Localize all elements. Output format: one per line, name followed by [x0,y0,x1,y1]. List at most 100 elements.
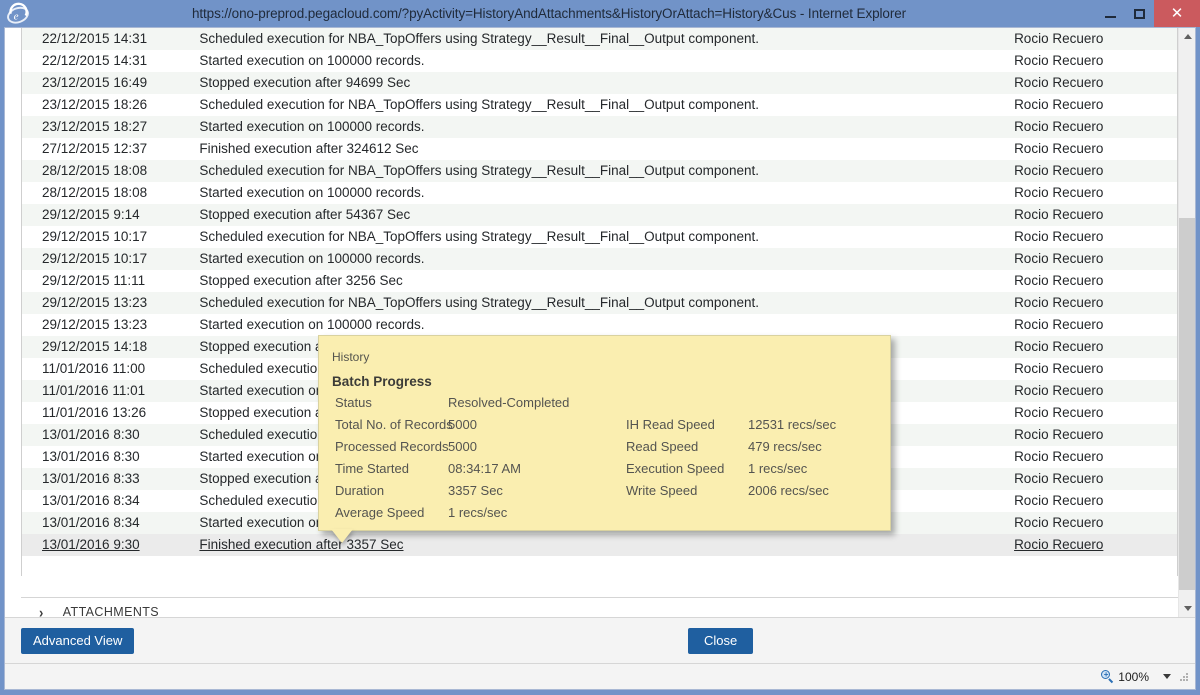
internet-explorer-logo-icon: e [7,2,29,24]
table-row[interactable]: 22/12/2015 14:31 Started execution on 100… [22,50,1177,72]
cell-text: Rocio Recuero [1014,361,1104,376]
chevron-down-icon[interactable] [1163,674,1171,679]
table-row[interactable]: 27/12/2015 12:37 Finished execution after… [22,138,1177,160]
tooltip-right-label: Write Speed [626,483,698,498]
tooltip-left-value: 5000 [448,439,477,454]
cell-user: Rocio Recuero [1014,182,1177,204]
tooltip-right-value: 12531 recs/sec [748,417,837,432]
tooltip-left-value: 3357 Sec [448,483,503,498]
cell-user: Rocio Recuero [1014,28,1177,50]
table-row[interactable]: 29/12/2015 9:14 Stopped execution after 5… [22,204,1177,226]
tooltip-title: History [332,350,370,364]
cell-text: Rocio Recuero [1014,383,1104,398]
cell-text: 23/12/2015 16:49 [42,75,148,90]
cell-text: 13/01/2016 8:34 [42,493,140,508]
table-row[interactable]: 29/12/2015 13:23 Started execution on 100… [22,314,1177,336]
close-button[interactable]: Close [688,627,754,654]
cell-text: Rocio Recuero [1014,185,1104,200]
close-window-button[interactable]: ✕ [1154,0,1200,27]
table-row[interactable]: 29/12/2015 13:23 Scheduled execution for … [22,292,1177,314]
maximize-button[interactable] [1125,0,1154,27]
cell-user: Rocio Recuero [1014,402,1177,424]
table-row[interactable]: 29/12/2015 10:17 Scheduled execution for … [22,226,1177,248]
table-row[interactable]: 28/12/2015 18:08 Started execution on 100… [22,182,1177,204]
cell-text: 29/12/2015 10:17 [42,229,148,244]
cell-text: Scheduled execution for NBA_TopOffers us… [199,31,759,46]
window-titlebar[interactable]: e https://ono-preprod.pegacloud.com/?pyA… [0,0,1200,27]
cell-text: 29/12/2015 13:23 [42,317,148,332]
window-controls: ✕ [1096,0,1200,27]
zoom-level-label: 100% [1118,669,1149,684]
cell-time: 28/12/2015 18:08 [22,160,200,182]
cell-time: 23/12/2015 18:26 [22,94,199,116]
cell-time: 29/12/2015 10:17 [22,226,199,248]
attachments-section-header[interactable]: › ATTACHMENTS [21,597,1178,617]
cell-text: 22/12/2015 14:31 [42,31,148,46]
advanced-view-button[interactable]: Advanced View [21,627,135,654]
cell-text: 13/01/2016 8:30 [42,449,140,464]
table-row[interactable]: 29/12/2015 11:11 Stopped execution after … [22,270,1177,292]
cell-time: 11/01/2016 13:26 [22,402,199,424]
chevron-right-icon: › [39,603,44,617]
cell-text: 11/01/2016 13:26 [42,405,147,420]
table-row[interactable]: 23/12/2015 18:27 Started execution on 100… [22,116,1177,138]
vertical-scrollbar[interactable] [1178,28,1195,617]
cell-desc: Finished execution after 324612 Sec [199,138,1014,160]
scroll-down-button[interactable] [1179,600,1195,617]
cell-text: Stopped execution after 94699 Sec [199,75,411,90]
cell-text: Rocio Recuero [1014,317,1104,332]
minimize-button[interactable] [1096,0,1125,27]
cell-text: 11/01/2016 11:01 [42,383,146,398]
cell-user: Rocio Recuero [1014,50,1177,72]
cell-text: Rocio Recuero [1014,427,1104,442]
cell-text: Rocio Recuero [1014,537,1104,552]
cell-text: Rocio Recuero [1014,251,1104,266]
table-row[interactable]: 22/12/2015 14:31 Scheduled execution for … [22,28,1177,50]
cell-desc: Started execution on 100000 records. [199,50,1014,72]
cell-text: 27/12/2015 12:37 [42,141,148,156]
cell-text: Started execution on 100000 records. [199,317,425,332]
table-row[interactable]: 28/12/2015 18:08 Scheduled execution for … [22,160,1177,182]
svg-text:e: e [14,11,19,23]
cell-user: Rocio Recuero [1014,358,1177,380]
cell-text: 13/01/2016 8:34 [42,515,140,530]
table-row[interactable]: 23/12/2015 18:26 Scheduled execution for … [22,94,1177,116]
resize-grip[interactable] [1179,671,1189,682]
cell-user: Rocio Recuero [1014,424,1177,446]
cell-time: 27/12/2015 12:37 [22,138,199,160]
cell-time: 22/12/2015 14:31 [22,28,200,50]
table-row[interactable]: 23/12/2015 16:49 Stopped execution after … [22,72,1177,94]
table-row[interactable]: 13/01/2016 9:30 Finished execution after … [22,534,1177,556]
tooltip-left-value: 1 recs/sec [448,505,508,520]
tooltip-right-value: 2006 recs/sec [748,483,829,498]
cell-text: Rocio Recuero [1014,53,1104,68]
cell-time: 23/12/2015 16:49 [22,72,200,94]
tooltip-right-label: Read Speed [626,439,699,454]
cell-desc: Started execution on 100000 records. [199,314,1014,336]
cell-desc: Stopped execution after 94699 Sec [199,72,1015,94]
cell-text: 29/12/2015 14:18 [42,339,148,354]
zoom-control[interactable]: + 100% [1101,670,1171,684]
cell-time: 11/01/2016 11:01 [22,380,200,402]
cell-time: 29/12/2015 13:23 [22,314,199,336]
cell-desc: Stopped execution after 3256 Sec [199,270,1014,292]
tooltip-left-value: 5000 [448,417,477,432]
tooltip-left-value: Resolved-Completed [448,395,570,410]
cell-user: Rocio Recuero [1014,490,1177,512]
action-bar: Advanced View Close [5,617,1195,663]
cell-user: Rocio Recuero [1014,314,1177,336]
cell-text: Started execution on 100000 records. [199,53,425,68]
table-row[interactable]: 29/12/2015 10:17 Started execution on 100… [22,248,1177,270]
cell-text: Rocio Recuero [1014,493,1104,508]
scroll-up-button[interactable] [1179,28,1195,45]
scrollbar-thumb[interactable] [1179,218,1195,590]
cell-text: Rocio Recuero [1014,339,1104,354]
cell-text: Scheduled execution for NBA_TopOffers us… [199,163,759,178]
cell-user: Rocio Recuero [1014,94,1177,116]
tooltip-right-label [626,395,748,410]
cell-desc: Scheduled execution for NBA_TopOffers us… [199,160,1015,182]
cell-text: 22/12/2015 14:31 [42,53,148,68]
zoom-magnifier-icon: + [1101,670,1114,684]
cell-desc: Started execution on 100000 records. [199,182,1014,204]
cell-text: Started execution on 100000 records. [199,119,425,134]
